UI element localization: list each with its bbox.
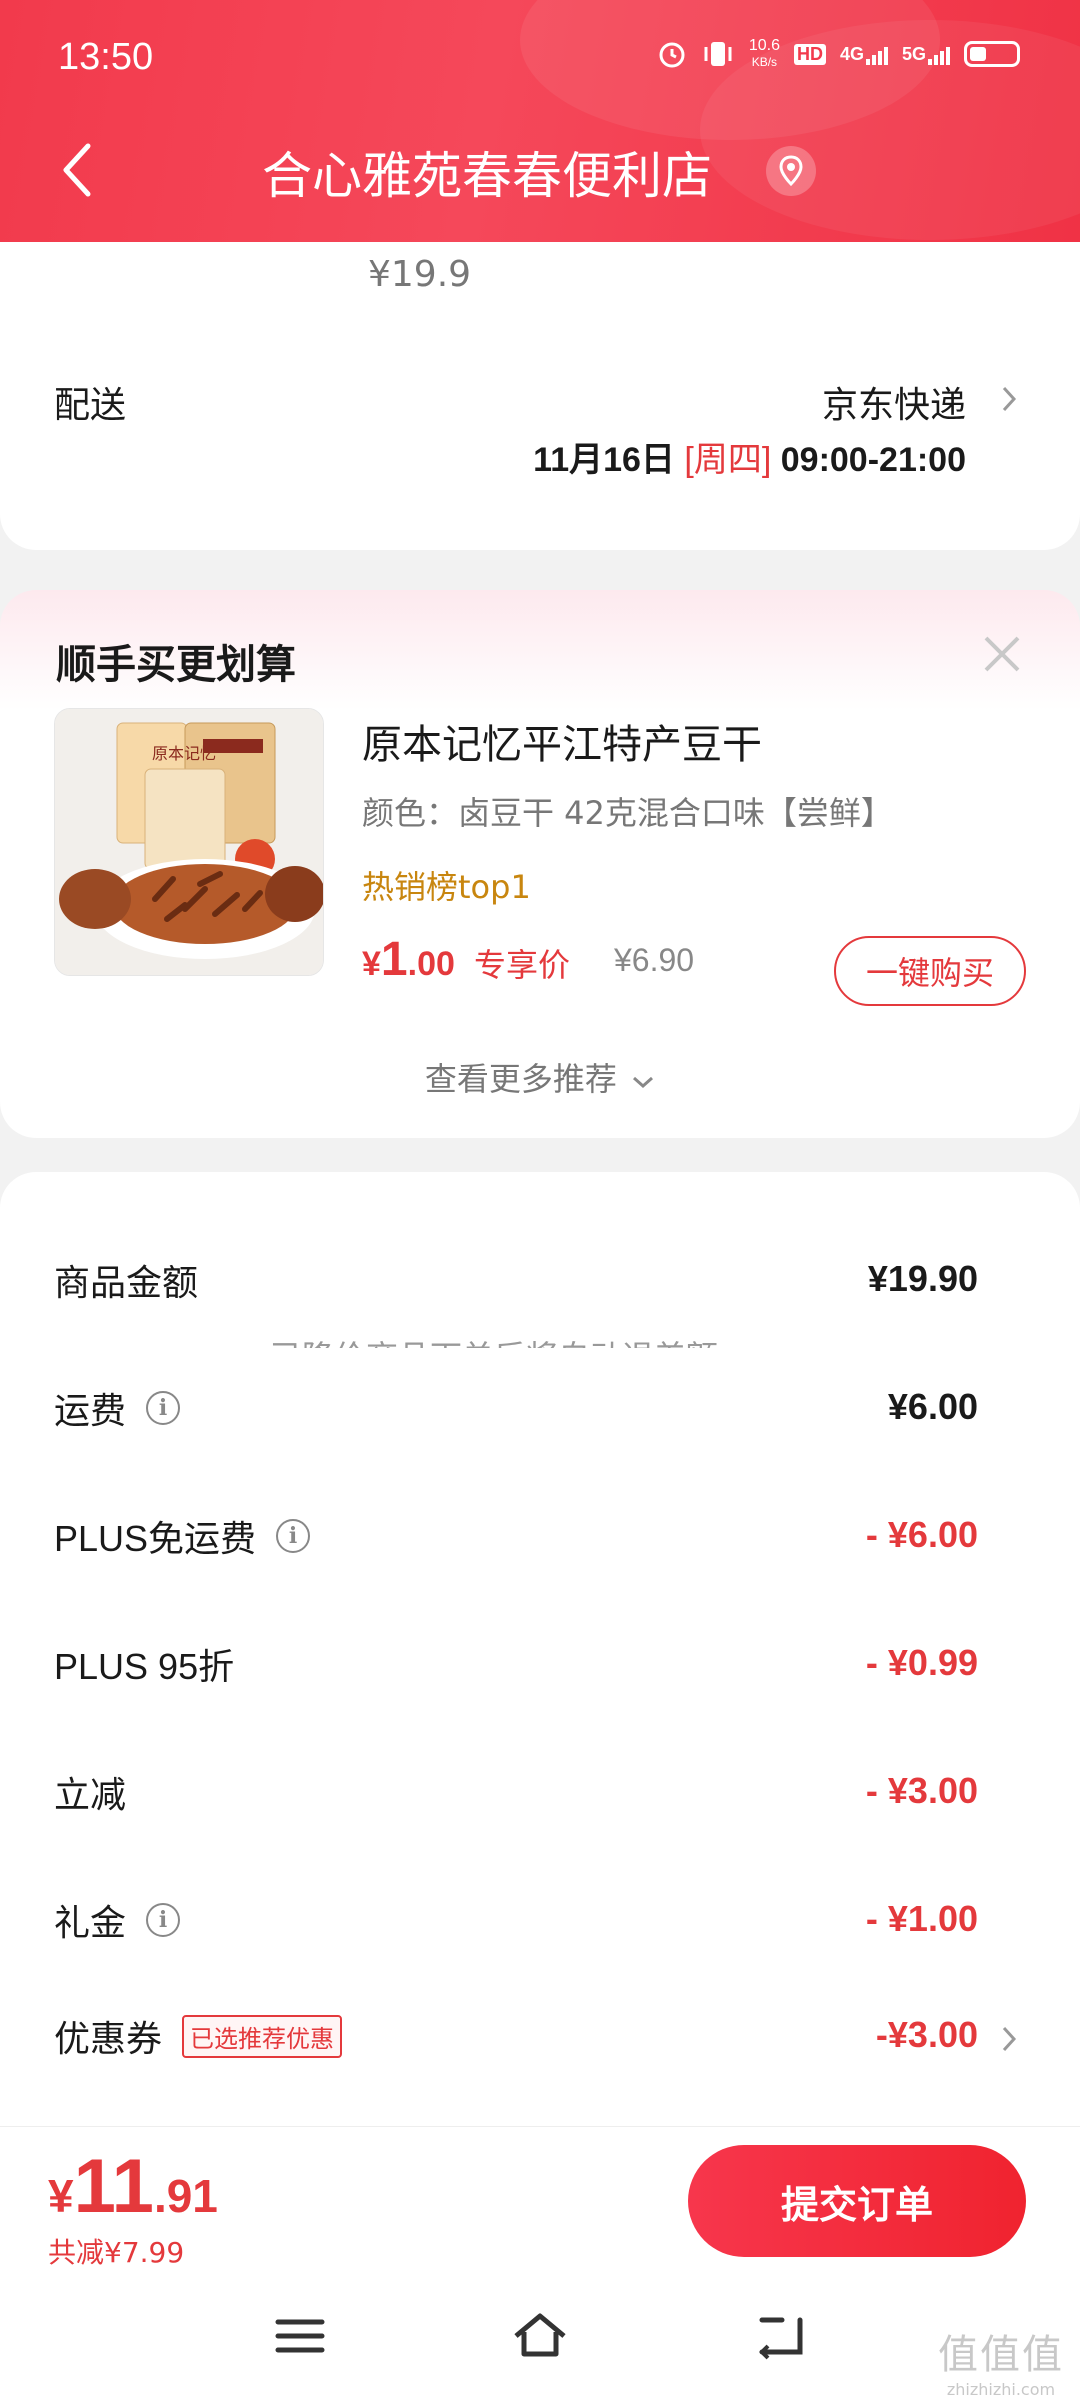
hd-label: HD <box>793 43 826 65</box>
product-spec: 颜色：卤豆干 42克混合口味【尝鲜】 <box>362 794 893 832</box>
delivery-weekday: [周四] <box>684 441 772 479</box>
info-icon[interactable]: i <box>146 1391 181 1425</box>
delivery-label: 配送 <box>54 385 127 426</box>
exclusive-price-label: 专享价 <box>474 946 571 984</box>
courier-name[interactable]: 京东快递 <box>822 376 966 428</box>
gift-money-value: - ¥1.00 <box>865 1898 978 1939</box>
delivery-date: 11月16日 <box>533 441 675 479</box>
watermark: 值值值 zhizhizhi.com <box>938 2322 1064 2399</box>
plus-discount-label: PLUS 95折 <box>54 1646 235 1687</box>
plus-free-shipping-label: PLUS免运费 <box>54 1518 257 1559</box>
more-recommend-label: 查看更多推荐 <box>424 1060 617 1098</box>
recommend-title: 顺手买更划算 <box>56 642 296 688</box>
row-label-wrap: 运费 i <box>54 1382 181 1434</box>
chevron-right-icon[interactable] <box>1000 2024 1018 2054</box>
coupon-badge: 已选推荐优惠 <box>182 2014 343 2058</box>
status-icons: 10.6 KB/s HD 4G 5G <box>657 38 1020 70</box>
battery-icon <box>964 41 1020 67</box>
watermark-url: zhizhizhi.com <box>946 2380 1056 2399</box>
back-nav-icon[interactable] <box>752 2306 812 2366</box>
summary-row: 商品金额 ¥19.90 <box>0 1254 1080 1314</box>
product-image[interactable]: 原本记忆 <box>54 708 324 976</box>
signal-5g-label: 5G <box>901 43 926 64</box>
signal-4g: 4G <box>840 44 888 65</box>
summary-row: 礼金 i - ¥1.00 <box>0 1894 1080 1954</box>
chevron-right-icon[interactable] <box>1000 384 1018 414</box>
delivery-window: 09:00-21:00 <box>780 441 966 479</box>
summary-row: 运费 i ¥6.00 <box>0 1382 1080 1442</box>
row-label-wrap: PLUS 95折 <box>54 1638 234 1690</box>
row-label-wrap: 优惠券 已选推荐优惠 <box>54 2010 343 2062</box>
checkout-bar: ¥11.91 共减¥7.99 提交订单 <box>0 2126 1080 2276</box>
shipping-value: ¥6.00 <box>887 1386 978 1427</box>
shipping-label: 运费 <box>54 1390 127 1431</box>
chevron-down-icon <box>633 1076 654 1089</box>
price-protection-text: 已降价商品下单后将自动退差额 <box>270 1332 718 1348</box>
signal-5g: 5G <box>902 44 950 65</box>
delivery-card: ¥19.9 配送 京东快递 11月16日 [周四] 09:00-21:00 <box>0 242 1080 550</box>
status-time: 13:50 <box>58 36 154 78</box>
summary-row: PLUS免运费 i - ¥6.00 <box>0 1510 1080 1570</box>
goods-amount-value: ¥19.90 <box>867 1258 978 1299</box>
watermark-logo: 值值值 <box>938 2332 1064 2378</box>
row-label-wrap: 商品金额 <box>54 1254 198 1306</box>
product-price: ¥1.00 <box>362 932 455 987</box>
delivery-time[interactable]: 11月16日 [周四] 09:00-21:00 <box>533 432 966 481</box>
goods-amount-label: 商品金额 <box>54 1262 199 1303</box>
row-label-wrap: 立减 <box>54 1766 126 1818</box>
total-int: 11 <box>73 2144 154 2229</box>
alarm-icon <box>659 42 685 68</box>
price-dec: .00 <box>407 945 455 983</box>
product-photo: 原本记忆 <box>55 709 323 975</box>
total-price: ¥11.91 <box>48 2143 218 2230</box>
recommend-card: 顺手买更划算 原本记忆 原本记忆平江特产豆干 颜色：卤豆干 42克混合口味【尝鲜… <box>0 590 1080 1138</box>
system-nav-bar: 值值值 zhizhizhi.com <box>0 2276 1080 2400</box>
hot-rank-tag: 热销榜top1 <box>362 868 531 906</box>
one-click-buy-button[interactable]: 一键购买 <box>834 936 1026 1006</box>
price-int: 1 <box>380 933 408 986</box>
total-currency: ¥ <box>48 2170 74 2222</box>
summary-row: 立减 - ¥3.00 <box>0 1766 1080 1826</box>
location-icon[interactable] <box>766 146 816 196</box>
coupon-value: -¥3.00 <box>875 2014 978 2055</box>
info-icon[interactable]: i <box>146 1903 181 1937</box>
item-price: ¥19.9 <box>368 254 472 295</box>
net-speed-unit: KB/s <box>751 55 778 69</box>
row-label-wrap: 礼金 i <box>54 1894 181 1946</box>
net-speed-value: 10.6 <box>748 37 780 54</box>
more-recommend-link[interactable]: 查看更多推荐 <box>0 1054 1080 1100</box>
page-title: 合心雅苑春春便利店 <box>262 147 712 205</box>
info-icon[interactable]: i <box>276 1519 311 1553</box>
product-name[interactable]: 原本记忆平江特产豆干 <box>362 712 762 770</box>
row-label-wrap: PLUS免运费 i <box>54 1510 311 1562</box>
signal-4g-label: 4G <box>839 43 864 64</box>
home-icon[interactable] <box>510 2306 570 2366</box>
menu-icon[interactable] <box>270 2306 330 2366</box>
original-price: ¥6.90 <box>614 942 695 978</box>
vibrate-icon <box>704 42 732 66</box>
total-saved[interactable]: 共减¥7.99 <box>48 2231 184 2271</box>
summary-row: PLUS 95折 - ¥0.99 <box>0 1638 1080 1698</box>
plus-free-shipping-value: - ¥6.00 <box>865 1514 978 1555</box>
net-speed: 10.6 KB/s <box>749 38 780 70</box>
coupon-label: 优惠券 <box>54 2018 163 2059</box>
plus-discount-value: - ¥0.99 <box>865 1642 978 1683</box>
back-icon[interactable] <box>58 140 98 200</box>
price-currency: ¥ <box>362 945 381 983</box>
instant-reduction-value: - ¥3.00 <box>865 1770 978 1811</box>
close-icon[interactable] <box>980 632 1024 676</box>
instant-reduction-label: 立减 <box>54 1774 127 1815</box>
total-dec: .91 <box>153 2170 218 2222</box>
coupon-row[interactable]: 优惠券 已选推荐优惠 -¥3.00 <box>0 2010 1080 2070</box>
hd-indicator: HD <box>793 43 826 65</box>
header: 13:50 10.6 KB/s HD 4G 5G 合心雅苑春春便利店 <box>0 0 1080 242</box>
submit-order-button[interactable]: 提交订单 <box>688 2145 1026 2257</box>
gift-money-label: 礼金 <box>54 1902 127 1943</box>
